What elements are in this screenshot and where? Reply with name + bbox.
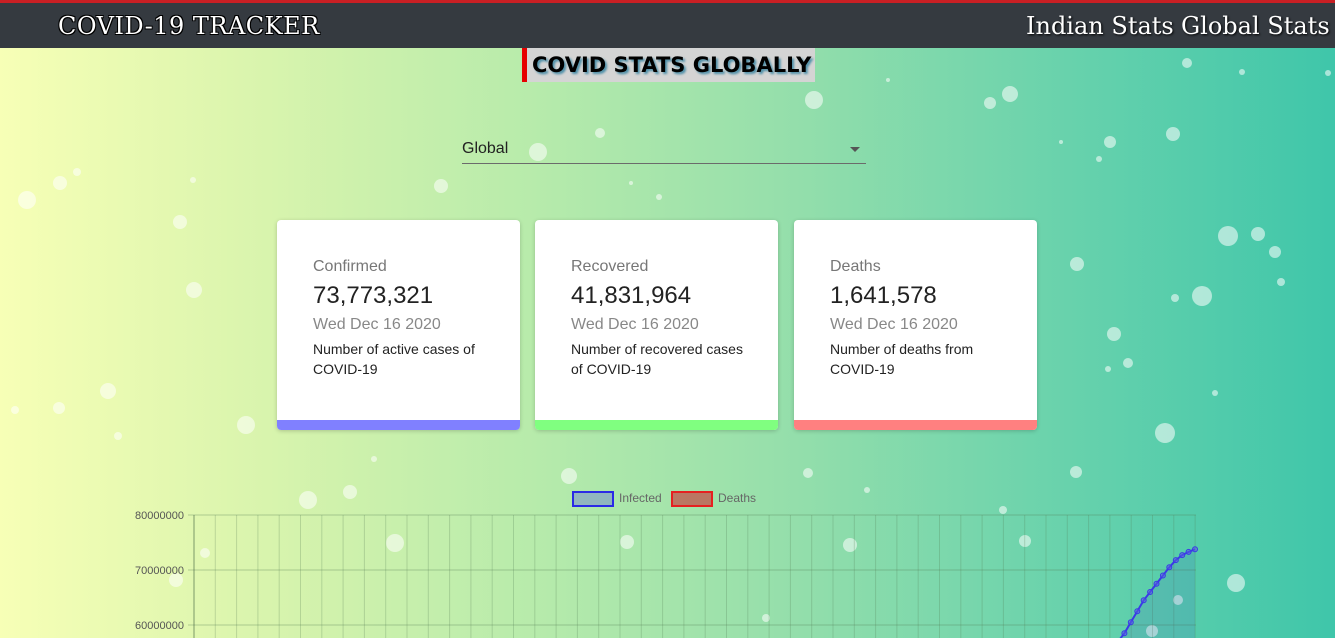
card-date: Wed Dec 16 2020 (313, 316, 441, 333)
bubble-decoration (1212, 390, 1218, 396)
bubble-decoration (629, 181, 633, 185)
infected-point (1185, 548, 1192, 555)
infected-point (1179, 552, 1186, 559)
bubble-decoration (1104, 136, 1116, 148)
bubble-decoration (1059, 140, 1063, 144)
brand-title[interactable]: COVID-19 TRACKER (58, 12, 320, 40)
card-value: 1,641,578 (830, 282, 937, 309)
bubble-decoration (100, 383, 116, 399)
bubble-decoration (1182, 58, 1192, 68)
nav-link-global-stats[interactable]: Global Stats (1181, 12, 1330, 40)
infected-point (1134, 608, 1141, 615)
country-select[interactable]: Global (462, 138, 866, 164)
card-description: Number of deaths from COVID-19 (830, 341, 974, 377)
caret-down-icon (850, 147, 860, 152)
infected-point (1121, 630, 1128, 637)
bubble-decoration (805, 91, 823, 109)
confirmed-card: Confirmed 73,773,321 Wed Dec 16 2020 Num… (277, 220, 520, 430)
bubble-decoration (1070, 257, 1084, 271)
bubble-decoration (1192, 286, 1212, 306)
card-date: Wed Dec 16 2020 (830, 316, 958, 333)
card-description: Number of active cases of COVID-19 (313, 341, 475, 377)
y-tick-label: 60000000 (135, 620, 184, 632)
bubble-decoration (1251, 227, 1265, 241)
card-color-stripe (535, 420, 778, 430)
bubble-decoration (343, 485, 357, 499)
bubble-decoration (1269, 246, 1281, 258)
bubble-decoration (1325, 70, 1331, 76)
bubble-decoration (11, 406, 19, 414)
card-value: 41,831,964 (571, 282, 692, 309)
y-tick-label: 80000000 (135, 510, 184, 522)
bubble-decoration (186, 282, 202, 298)
card-value: 73,773,321 (313, 282, 434, 309)
bubble-decoration (1123, 358, 1133, 368)
page-title: COVID STATS GLOBALLY (527, 48, 816, 82)
bubble-decoration (1171, 294, 1179, 302)
bubble-decoration (173, 215, 187, 229)
bubble-decoration (1218, 226, 1238, 246)
bubble-decoration (18, 191, 36, 209)
bubble-decoration (1155, 423, 1175, 443)
card-label: Confirmed (313, 258, 387, 275)
navbar: COVID-19 TRACKER Indian Stats Global Sta… (0, 3, 1335, 48)
bubble-decoration (53, 402, 65, 414)
deaths-card: Deaths 1,641,578 Wed Dec 16 2020 Number … (794, 220, 1037, 430)
infected-point (1192, 546, 1198, 553)
bubble-decoration (1239, 69, 1245, 75)
bubble-decoration (434, 179, 448, 193)
bubble-decoration (371, 456, 377, 462)
infected-point (1147, 589, 1154, 595)
bubble-decoration (53, 176, 67, 190)
bubble-decoration (561, 468, 577, 484)
bubble-decoration (73, 168, 81, 176)
recovered-card: Recovered 41,831,964 Wed Dec 16 2020 Num… (535, 220, 778, 430)
bubble-decoration (656, 194, 662, 200)
bubble-decoration (984, 97, 996, 109)
infected-point (1140, 597, 1147, 604)
bubble-decoration (886, 78, 890, 82)
card-label: Recovered (571, 258, 649, 275)
infected-point (1166, 564, 1173, 571)
infected-point (1172, 557, 1179, 564)
bubble-decoration (1096, 156, 1102, 162)
card-color-stripe (277, 420, 520, 430)
bubble-decoration (190, 177, 196, 183)
bubble-decoration (1107, 327, 1121, 341)
bubble-decoration (114, 432, 122, 440)
bubble-decoration (237, 416, 255, 434)
card-description: Number of recovered cases of COVID-19 (571, 341, 743, 377)
bubble-decoration (1002, 86, 1018, 102)
bubble-decoration (1277, 278, 1285, 286)
country-select-value: Global (462, 140, 509, 157)
infected-point (1153, 580, 1160, 587)
bubble-decoration (864, 487, 870, 493)
card-label: Deaths (830, 258, 881, 275)
infected-point (1159, 572, 1166, 579)
bubble-decoration (1166, 127, 1180, 141)
card-date: Wed Dec 16 2020 (571, 316, 699, 333)
bubble-decoration (803, 468, 813, 478)
bubble-decoration (1070, 466, 1082, 478)
nav-link-indian-stats[interactable]: Indian Stats (1026, 12, 1174, 40)
bubble-decoration (1105, 366, 1111, 372)
infected-point (1127, 619, 1134, 626)
bubble-decoration (595, 128, 605, 138)
card-color-stripe (794, 420, 1037, 430)
cases-line-chart: 80000000 70000000 60000000 (135, 510, 1198, 638)
y-tick-label: 70000000 (135, 565, 184, 577)
